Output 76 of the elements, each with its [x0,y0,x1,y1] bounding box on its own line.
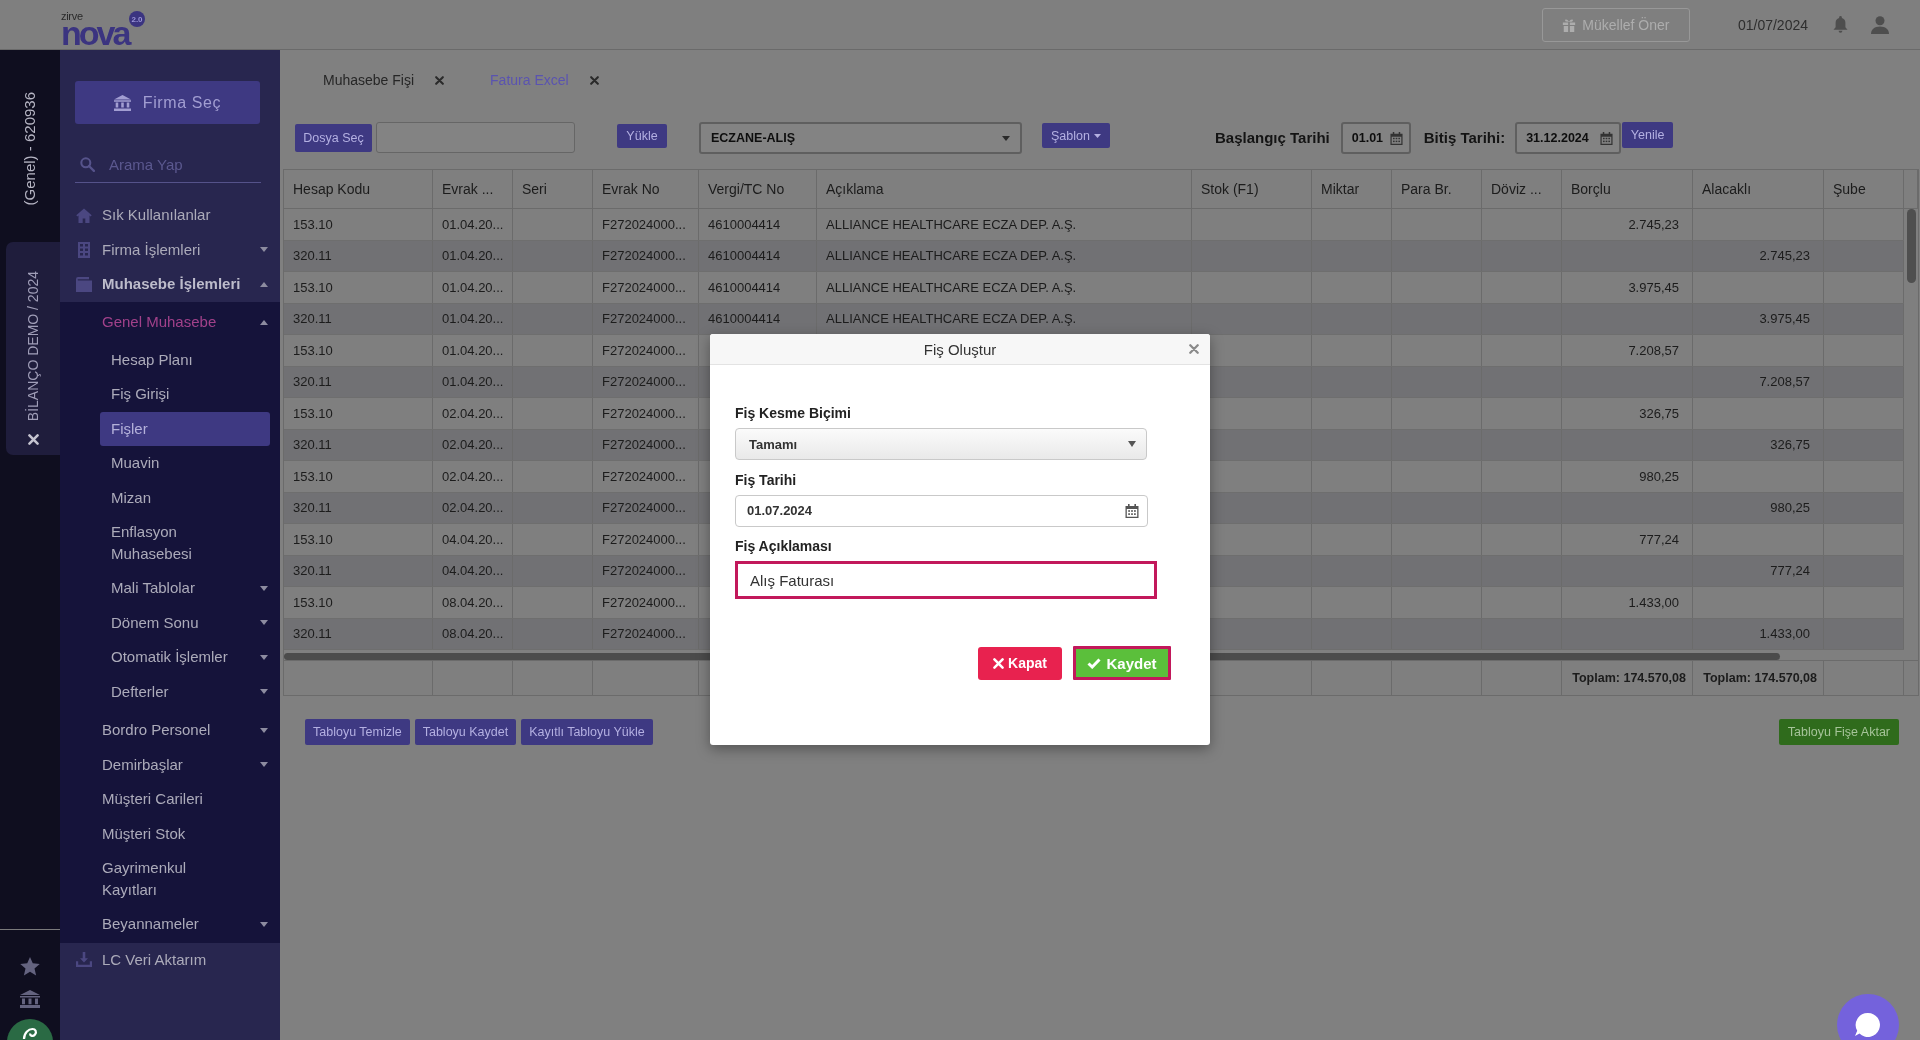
table-cell: F272024000... [593,335,699,366]
table-cell: 777,24 [1693,555,1824,586]
table-cell: 01.04.20... [433,366,513,397]
table-cell: 01.04.20... [433,209,513,240]
dialog-title: Fiş Oluştur [923,340,997,358]
table-cell: 153.10 [284,272,433,303]
table-cell: F272024000... [593,555,699,586]
table-cell: 4610004414 [699,240,817,271]
table-cell: 2.745,23 [1693,240,1824,271]
table-cell: 7.208,57 [1562,335,1693,366]
table-cell: 326,75 [1693,429,1824,460]
table-cell: ALLIANCE HEALTHCARE ECZA DEP. A.Ş. [817,240,1192,271]
table-cell: 4610004414 [699,272,817,303]
table-cell: F272024000... [593,524,699,555]
company-label: BİLANÇO DEMO / 2024 [24,271,42,422]
table-cell: 01.04.20... [433,303,513,334]
table-cell: 320.11 [284,618,433,649]
table-cell: 4610004414 [699,209,817,240]
table-cell: 153.10 [284,398,433,429]
table-cell: 7.208,57 [1693,366,1824,397]
table-cell: F272024000... [593,429,699,460]
table-cell: 02.04.20... [433,492,513,523]
table-cell: F272024000... [593,461,699,492]
table-cell: 320.11 [284,240,433,271]
table-cell: 01.04.20... [433,240,513,271]
date-text: 01/07/2024 [1737,17,1808,33]
account-label: (Genel) - 620936 [21,92,39,206]
logo-caption: zirve [61,11,83,21]
table-cell: F272024000... [593,492,699,523]
table-cell: 01.04.20... [433,272,513,303]
table-cell: 08.04.20... [433,587,513,618]
field-label: Fiş Tarihi [735,471,797,489]
table-cell: 320.11 [284,303,433,334]
table-cell: 777,24 [1562,524,1693,555]
table-cell: F272024000... [593,618,699,649]
table-cell: 01.04.20... [433,335,513,366]
table-cell: 980,25 [1562,461,1693,492]
table-cell: F272024000... [593,303,699,334]
date-label: Başlangıç Tarihi [1215,128,1330,148]
table-cell: F272024000... [593,587,699,618]
table-cell: 1.433,00 [1693,618,1824,649]
table-cell: F272024000... [593,366,699,397]
logo-wordmark: nova [61,20,129,46]
table-cell: ALLIANCE HEALTHCARE ECZA DEP. A.Ş. [817,272,1192,303]
table-cell: 153.10 [284,335,433,366]
table-cell: 320.11 [284,492,433,523]
table-cell: 980,25 [1693,492,1824,523]
table-cell: 02.04.20... [433,461,513,492]
field-label: Fiş Kesme Biçimi [735,405,851,422]
table-cell: 1.433,00 [1562,587,1693,618]
table-cell: 320.11 [284,429,433,460]
table-cell: 3.975,45 [1693,303,1824,334]
table-cell: 04.04.20... [433,555,513,586]
table-cell: 02.04.20... [433,398,513,429]
table-cell: 326,75 [1562,398,1693,429]
table-cell: 2.745,23 [1562,209,1693,240]
version-badge: 2.0 [129,11,145,27]
table-cell: 3.975,45 [1562,272,1693,303]
table-cell: F272024000... [593,398,699,429]
table-cell: F272024000... [593,272,699,303]
table-cell: F272024000... [593,209,699,240]
table-cell: 153.10 [284,524,433,555]
table-cell: 08.04.20... [433,618,513,649]
table-cell: ALLIANCE HEALTHCARE ECZA DEP. A.Ş. [817,209,1192,240]
table-cell: 02.04.20... [433,429,513,460]
table-cell: 04.04.20... [433,524,513,555]
field-label: Fiş Açıklaması [735,538,832,555]
table-cell: 153.10 [284,209,433,240]
date-label: Bitiş Tarihi: [1423,128,1506,148]
table-cell: F272024000... [593,240,699,271]
total-cell: Toplam: 174.570,08 [1693,661,1824,695]
table-cell: 320.11 [284,366,433,397]
table-cell: 320.11 [284,555,433,586]
table-cell: 153.10 [284,461,433,492]
table-cell: 153.10 [284,587,433,618]
total-cell: Toplam: 174.570,08 [1562,661,1693,695]
